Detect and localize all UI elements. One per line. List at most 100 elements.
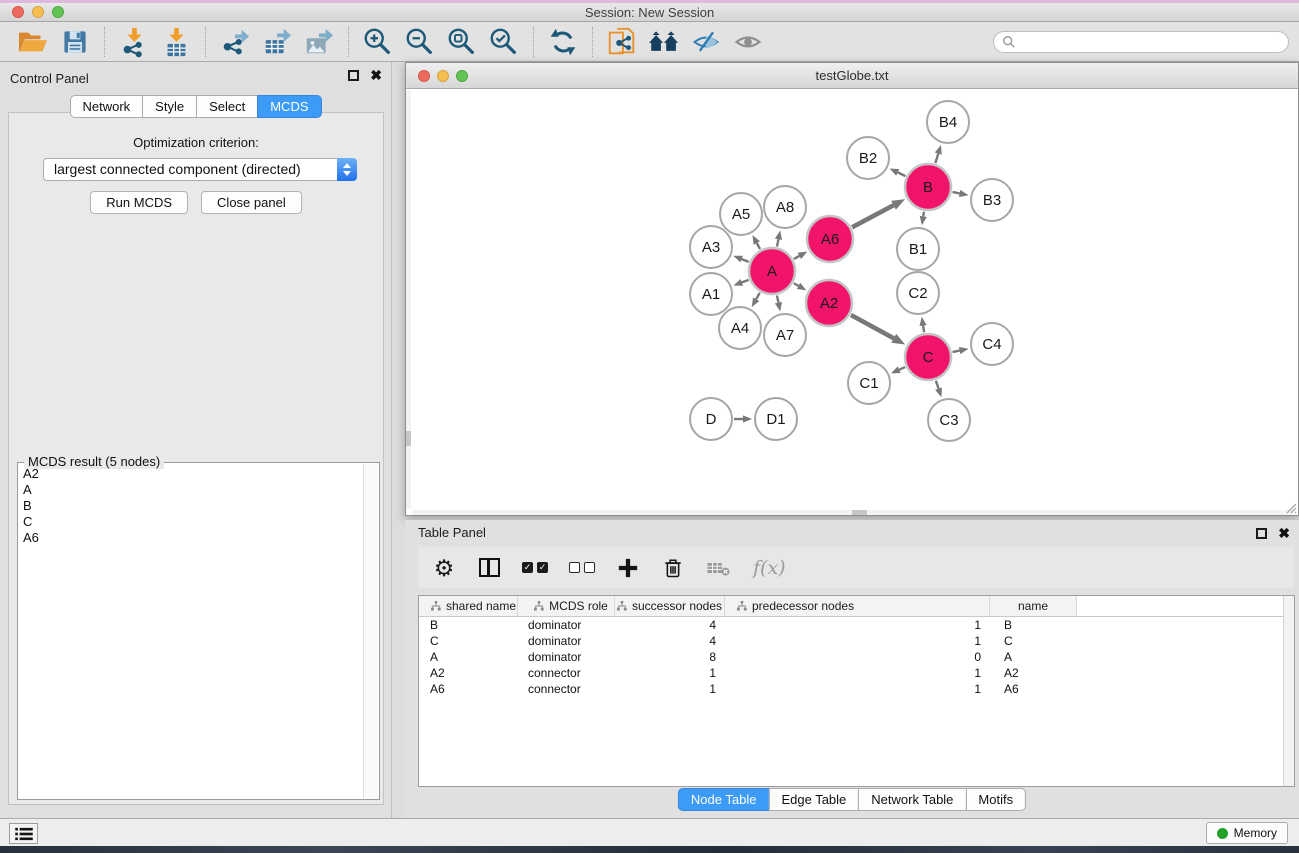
add-column-icon[interactable] bbox=[616, 553, 640, 583]
export-table-icon[interactable] bbox=[256, 24, 298, 60]
cell-predecessor-nodes[interactable]: 1 bbox=[725, 633, 990, 649]
edge-C-C4[interactable] bbox=[952, 351, 959, 352]
cell-mcds-role[interactable]: connector bbox=[518, 681, 615, 697]
edge-A-A8[interactable] bbox=[777, 239, 778, 246]
network-canvas[interactable]: B4B2BB3A5A8A6A3AB1A1C2A2A4A7CC4C1C3DD1 bbox=[406, 90, 1298, 515]
cell-shared-name[interactable]: C bbox=[419, 633, 518, 649]
search-input[interactable] bbox=[1020, 34, 1280, 50]
mcds-result-item[interactable]: B bbox=[19, 498, 362, 514]
criterion-dropdown[interactable]: largest connected component (directed) bbox=[43, 158, 357, 181]
network-minimize-button[interactable] bbox=[437, 70, 449, 82]
column-header-shared-name[interactable]: shared name bbox=[419, 596, 518, 616]
cell-successor-nodes[interactable]: 4 bbox=[615, 633, 725, 649]
delete-table-icon[interactable] bbox=[706, 553, 732, 583]
column-header-predecessor-nodes[interactable]: predecessor nodes bbox=[725, 596, 990, 616]
zoom-window-button[interactable] bbox=[52, 6, 64, 18]
cell-name[interactable]: B bbox=[990, 617, 1077, 633]
edge-A-A3[interactable] bbox=[742, 259, 749, 262]
save-session-icon[interactable] bbox=[54, 24, 96, 60]
network-vertical-scrollbar[interactable] bbox=[406, 90, 411, 509]
edge-B-B1[interactable] bbox=[923, 212, 924, 217]
import-network-icon[interactable] bbox=[113, 24, 155, 60]
edge-C-C1[interactable] bbox=[899, 367, 905, 370]
mcds-result-item[interactable]: C bbox=[19, 514, 362, 530]
network-horizontal-scrollbar[interactable] bbox=[412, 510, 1292, 515]
float-panel-icon[interactable] bbox=[348, 70, 359, 81]
zoom-out-icon[interactable] bbox=[399, 24, 441, 60]
tab-network-table[interactable]: Network Table bbox=[858, 788, 966, 811]
toggle-column-view-icon[interactable] bbox=[477, 553, 501, 583]
cell-shared-name[interactable]: B bbox=[419, 617, 518, 633]
table-scrollbar[interactable] bbox=[1283, 596, 1294, 786]
cell-predecessor-nodes[interactable]: 0 bbox=[725, 649, 990, 665]
refresh-icon[interactable] bbox=[542, 24, 584, 60]
cell-predecessor-nodes[interactable]: 1 bbox=[725, 665, 990, 681]
tab-edge-table[interactable]: Edge Table bbox=[768, 788, 859, 811]
import-table-icon[interactable] bbox=[155, 24, 197, 60]
close-panel-button[interactable]: Close panel bbox=[201, 191, 302, 214]
cell-mcds-role[interactable]: dominator bbox=[518, 617, 615, 633]
edge-A2-C[interactable] bbox=[851, 315, 894, 338]
table-row[interactable]: A6connector11A6 bbox=[419, 681, 1294, 697]
cell-successor-nodes[interactable]: 1 bbox=[615, 665, 725, 681]
close-panel-icon[interactable]: ✖ bbox=[370, 70, 382, 81]
minimize-window-button[interactable] bbox=[32, 6, 44, 18]
cell-name[interactable]: A6 bbox=[990, 681, 1077, 697]
column-header-successor-nodes[interactable]: successor nodes bbox=[615, 596, 725, 616]
first-neighbors-icon[interactable] bbox=[643, 24, 685, 60]
edge-B-B3[interactable] bbox=[952, 192, 959, 193]
cell-predecessor-nodes[interactable]: 1 bbox=[725, 617, 990, 633]
show-all-icon[interactable] bbox=[727, 24, 769, 60]
search-field[interactable] bbox=[993, 31, 1289, 53]
edge-A-A5[interactable] bbox=[757, 243, 760, 249]
edge-C-C3[interactable] bbox=[936, 381, 939, 389]
zoom-in-icon[interactable] bbox=[357, 24, 399, 60]
column-header-name[interactable]: name bbox=[990, 596, 1077, 616]
table-settings-gear-icon[interactable]: ⚙ bbox=[432, 553, 456, 583]
cell-name[interactable]: C bbox=[990, 633, 1077, 649]
mcds-result-item[interactable]: A bbox=[19, 482, 362, 498]
table-row[interactable]: Adominator80A bbox=[419, 649, 1294, 665]
show-log-button[interactable] bbox=[9, 823, 38, 844]
open-session-icon[interactable] bbox=[12, 24, 54, 60]
close-window-button[interactable] bbox=[12, 6, 24, 18]
cell-mcds-role[interactable]: dominator bbox=[518, 633, 615, 649]
export-network-icon[interactable] bbox=[214, 24, 256, 60]
deselect-all-columns-icon[interactable] bbox=[569, 553, 595, 583]
hide-selected-icon[interactable] bbox=[685, 24, 727, 60]
edge-A-A1[interactable] bbox=[742, 280, 749, 283]
zoom-fit-icon[interactable] bbox=[441, 24, 483, 60]
cell-successor-nodes[interactable]: 1 bbox=[615, 681, 725, 697]
edge-A-A7[interactable] bbox=[777, 295, 778, 302]
table-row[interactable]: A2connector11A2 bbox=[419, 665, 1294, 681]
table-row[interactable]: Bdominator41B bbox=[419, 617, 1294, 633]
tab-mcds[interactable]: MCDS bbox=[257, 95, 321, 118]
new-network-from-selection-icon[interactable] bbox=[601, 24, 643, 60]
cell-predecessor-nodes[interactable]: 1 bbox=[725, 681, 990, 697]
export-image-icon[interactable] bbox=[298, 24, 340, 60]
mcds-result-item[interactable]: A6 bbox=[19, 530, 362, 546]
edge-C-C2[interactable] bbox=[923, 326, 924, 333]
cell-name[interactable]: A bbox=[990, 649, 1077, 665]
float-table-panel-icon[interactable] bbox=[1256, 528, 1267, 539]
delete-column-icon[interactable] bbox=[661, 553, 685, 583]
cell-successor-nodes[interactable]: 4 bbox=[615, 617, 725, 633]
zoom-selected-icon[interactable] bbox=[483, 24, 525, 60]
mcds-result-scrollbar[interactable] bbox=[363, 464, 378, 798]
edge-A-A4[interactable] bbox=[756, 293, 760, 299]
edge-A-A2[interactable] bbox=[794, 283, 799, 286]
close-table-panel-icon[interactable]: ✖ bbox=[1278, 528, 1290, 539]
function-builder-icon[interactable]: f(x) bbox=[753, 553, 786, 583]
resize-handle-icon[interactable] bbox=[1286, 503, 1297, 514]
edge-A6-B[interactable] bbox=[852, 205, 893, 227]
cell-shared-name[interactable]: A6 bbox=[419, 681, 518, 697]
memory-button[interactable]: Memory bbox=[1206, 822, 1288, 844]
mcds-result-item[interactable]: A2 bbox=[19, 466, 362, 482]
edge-B-B2[interactable] bbox=[898, 172, 906, 176]
cell-mcds-role[interactable]: dominator bbox=[518, 649, 615, 665]
network-close-button[interactable] bbox=[418, 70, 430, 82]
tab-select[interactable]: Select bbox=[196, 95, 258, 118]
select-all-columns-icon[interactable]: ✓✓ bbox=[522, 553, 548, 583]
cell-successor-nodes[interactable]: 8 bbox=[615, 649, 725, 665]
tab-network[interactable]: Network bbox=[69, 95, 143, 118]
